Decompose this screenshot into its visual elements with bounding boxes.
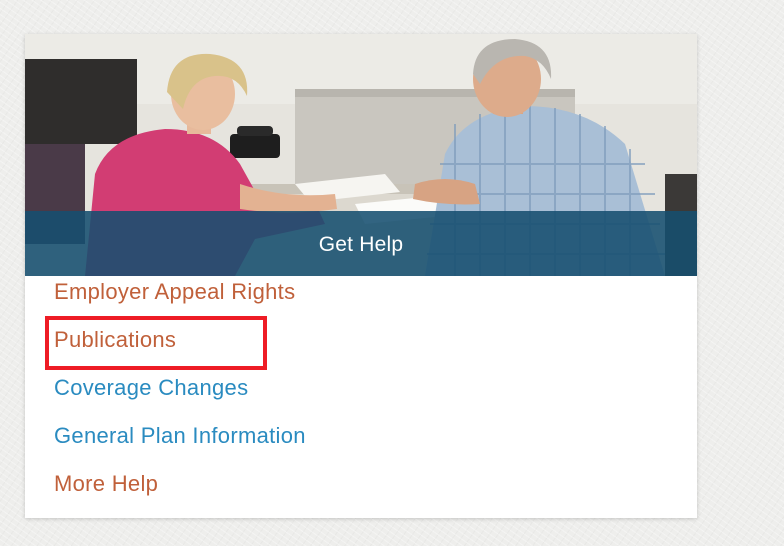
link-employer-appeal-rights[interactable]: Employer Appeal Rights [54,276,674,324]
get-help-title: Get Help [318,232,404,256]
help-links-list: Employer Appeal Rights Publications Cove… [54,276,674,516]
link-general-plan-information[interactable]: General Plan Information [54,420,674,468]
get-help-banner[interactable]: Get Help [25,211,697,276]
link-publications[interactable]: Publications [54,324,674,372]
get-help-photo[interactable]: Get Help [25,34,697,276]
link-coverage-changes[interactable]: Coverage Changes [54,372,674,420]
link-more-help[interactable]: More Help [54,468,674,516]
get-help-card: Get Help Employer Appeal Rights Publicat… [25,34,697,518]
